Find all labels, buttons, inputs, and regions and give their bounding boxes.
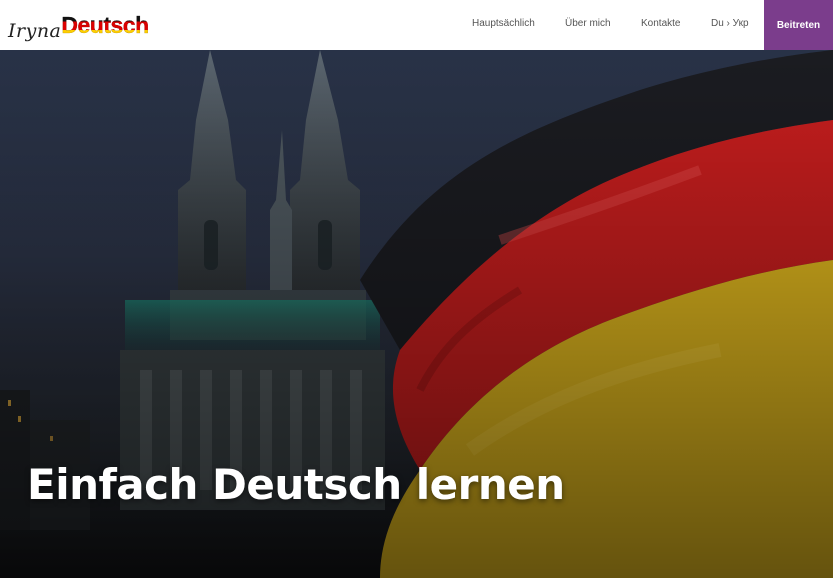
hero-banner: Einfach Deutsch lernen xyxy=(0,50,833,578)
nav-item-about[interactable]: Über mich xyxy=(565,18,611,29)
join-button[interactable]: Beitreten xyxy=(764,0,833,50)
main-menu: Hauptsächlich Über mich Kontakte Du › Ук… xyxy=(0,0,833,50)
top-navbar: Iryna Deutsch Hauptsächlich Über mich Ko… xyxy=(0,0,833,50)
hero-title: Einfach Deutsch lernen xyxy=(27,460,565,509)
language-switcher[interactable]: Du › Укр xyxy=(711,18,749,29)
nav-item-main[interactable]: Hauptsächlich xyxy=(472,18,535,29)
nav-item-contacts[interactable]: Kontakte xyxy=(641,18,680,29)
